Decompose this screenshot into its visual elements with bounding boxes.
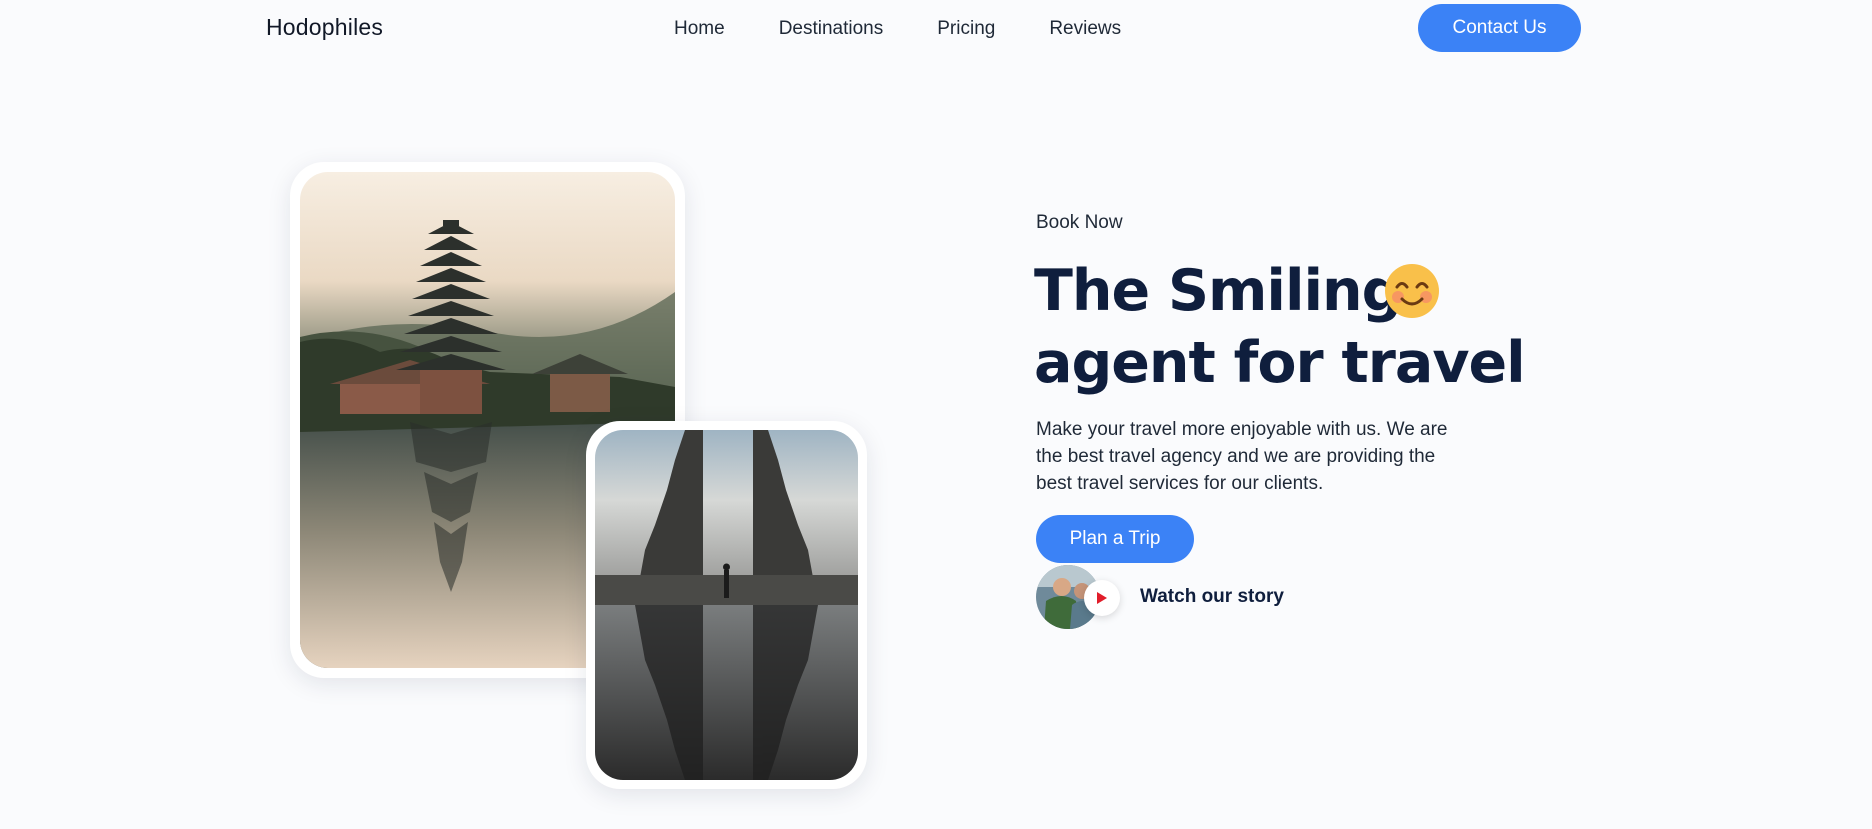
nav-home[interactable]: Home: [674, 17, 725, 41]
nav-pricing[interactable]: Pricing: [937, 17, 995, 41]
watch-story-link[interactable]: Watch our story: [1036, 564, 1336, 632]
hero-title-line1: The Smiling: [1034, 258, 1402, 324]
hero-title: The Smiling agent for travel: [1034, 255, 1554, 399]
site-logo[interactable]: Hodophiles: [266, 14, 383, 41]
hero-description: Make your travel more enjoyable with us.…: [1036, 419, 1448, 494]
contact-us-button[interactable]: Contact Us: [1418, 4, 1581, 52]
gate-photo-card: [586, 421, 867, 789]
temple-gate-image: [595, 430, 858, 780]
nav-destinations[interactable]: Destinations: [779, 17, 884, 41]
play-icon[interactable]: [1084, 580, 1120, 616]
hero-title-line2: agent for travel: [1034, 330, 1526, 396]
main-nav: Home Destinations Pricing Reviews: [674, 17, 1175, 41]
smiling-face-icon: [1384, 263, 1440, 319]
book-now-label: Book Now: [1036, 212, 1123, 233]
nav-reviews[interactable]: Reviews: [1049, 17, 1121, 41]
plan-trip-button[interactable]: Plan a Trip: [1036, 515, 1194, 563]
watch-story-label[interactable]: Watch our story: [1140, 586, 1284, 608]
